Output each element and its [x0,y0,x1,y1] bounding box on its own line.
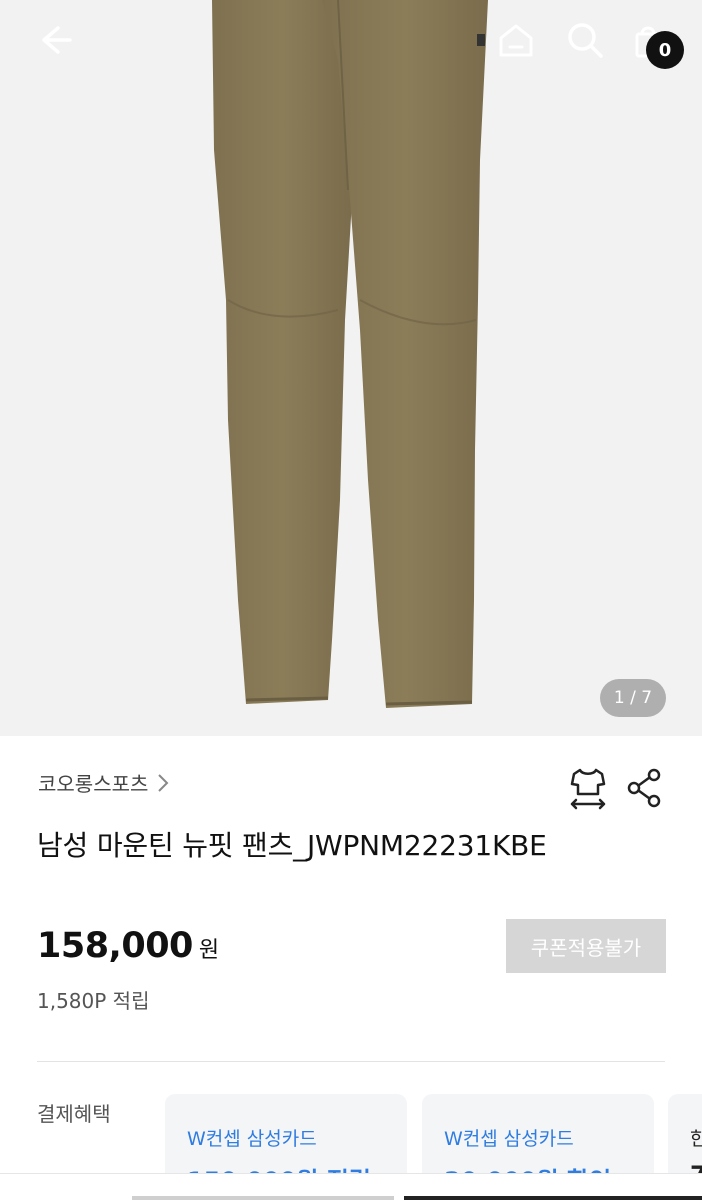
reward-points: 1,580P 적립 [37,989,150,1013]
price-currency: 원 [198,938,220,963]
home-button[interactable] [494,18,538,62]
tab-indicator-active [404,1196,702,1200]
divider [37,1061,665,1062]
cart-count-badge: 0 [646,31,684,69]
benefit-card-title: W컨셉 삼성카드 [187,1128,317,1150]
size-guide-button[interactable] [568,766,608,810]
share-button[interactable] [624,766,664,810]
price-amount: 158,000 [37,926,193,966]
product-image [212,0,488,708]
benefit-card-title: 한 [690,1128,702,1150]
product-detail-page: 0 1 / 7 코오롱스포츠 남성 마운틴 뉴핏 팬츠_JWPNM22231KB… [0,0,702,1200]
top-navigation: 0 [0,0,702,80]
size-guide-icon [570,768,606,810]
tab-indicator [132,1196,394,1200]
search-button[interactable] [563,18,607,62]
benefit-card-title: W컨셉 삼성카드 [444,1128,574,1150]
image-pager: 1 / 7 [600,679,666,717]
home-icon [499,24,533,57]
chevron-right-icon [158,773,169,792]
payment-benefits-label: 결제혜택 [37,1102,111,1126]
product-title: 남성 마운틴 뉴핏 팬츠_JWPNM22231KBE [37,829,547,862]
arrow-left-icon [42,26,72,54]
price: 158,000 원 [37,926,219,966]
back-button[interactable] [32,18,76,62]
brand-link[interactable]: 코오롱스포츠 [38,768,170,797]
search-icon [568,23,603,58]
brand-name: 코오롱스포츠 [38,772,149,796]
coupon-button[interactable]: 쿠폰적용불가 [506,919,666,973]
share-icon [627,768,661,808]
product-image-gallery[interactable]: 0 1 / 7 [0,0,702,736]
